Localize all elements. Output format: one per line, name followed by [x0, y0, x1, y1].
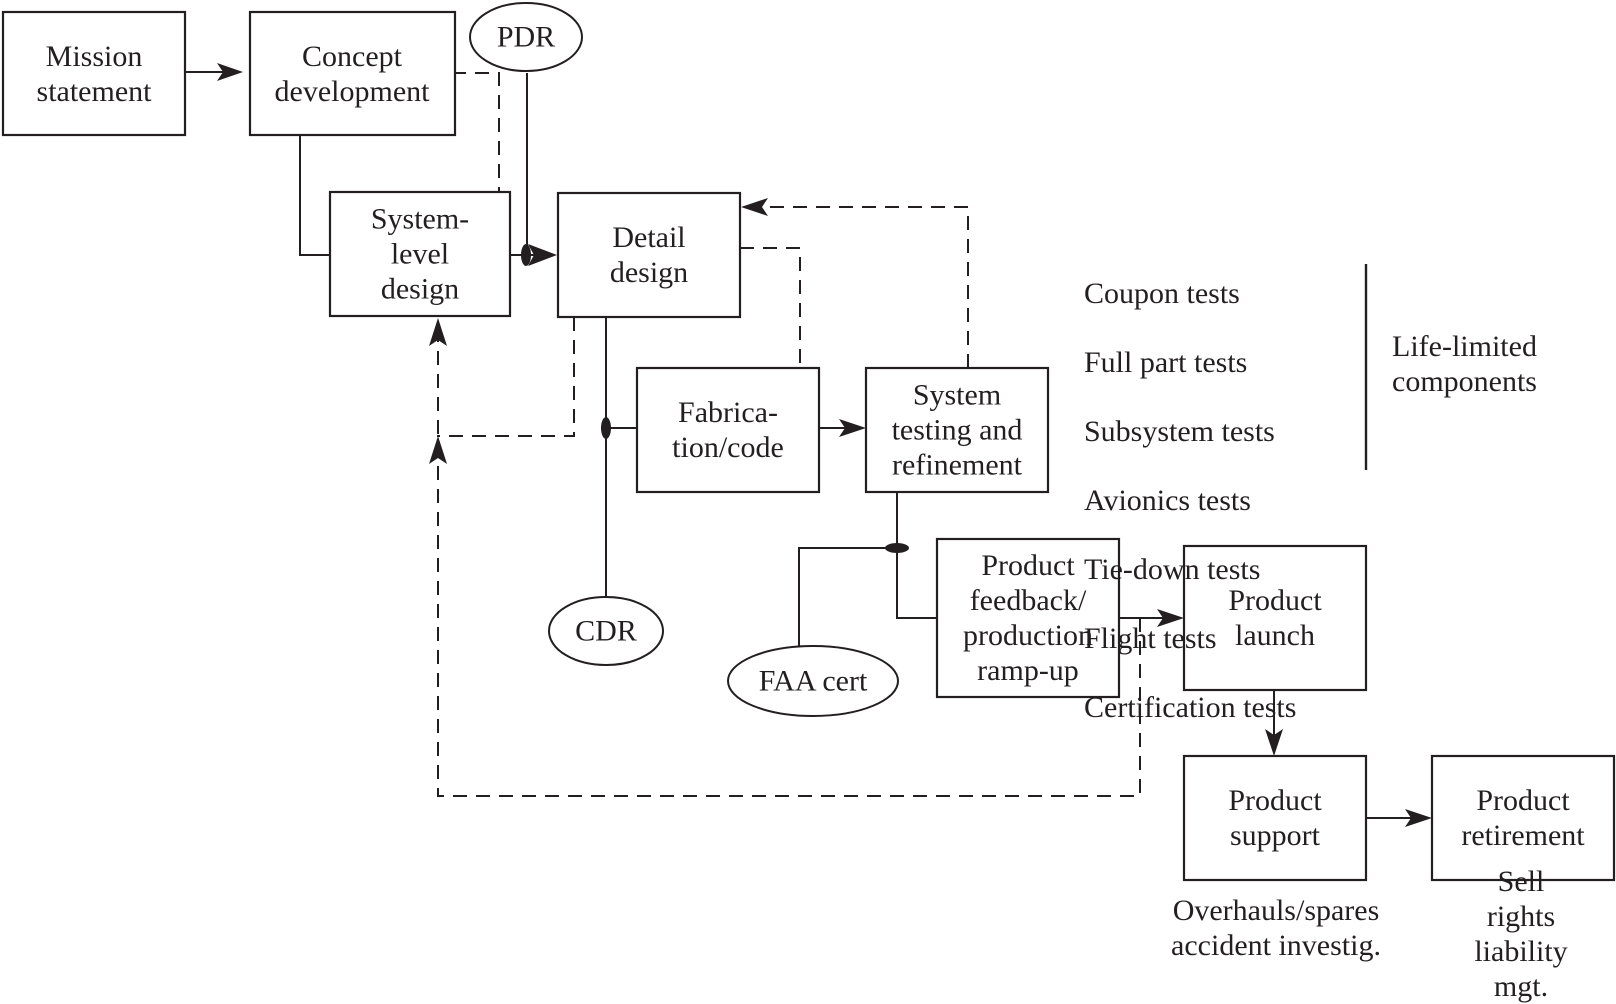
dashed-fabrication-to-detail — [740, 247, 801, 368]
label-detail-design: Detail design — [609, 221, 689, 289]
test-item: Tie-down tests — [1084, 552, 1261, 586]
dashed-testing-to-detail — [752, 206, 969, 368]
tests-list: Coupon tests Full part tests Subsystem t… — [1084, 242, 1296, 760]
label-cdr: CDR — [575, 614, 637, 648]
label-fabrication-code: Fabrica- tion/code — [672, 396, 784, 464]
label-mission-statement: Mission statement — [36, 40, 152, 108]
caption-product-retirement: Sell rights liability mgt. — [1474, 865, 1568, 1003]
dashed-concept-to-system-level — [452, 72, 500, 191]
test-item: Subsystem tests — [1084, 414, 1275, 448]
label-pdr: PDR — [496, 20, 556, 54]
label-system-testing: System testing and refinement — [891, 378, 1023, 482]
junction-dot — [885, 543, 909, 553]
label-system-level-design: System- level design — [370, 202, 470, 306]
arrowhead — [429, 436, 447, 464]
test-item: Flight tests — [1084, 621, 1217, 655]
label-product-support: Product support — [1228, 784, 1322, 852]
arrowhead — [741, 198, 768, 216]
junction-dot — [601, 417, 611, 439]
test-item: Avionics tests — [1084, 483, 1251, 517]
edge-testing-to-feedback — [896, 493, 937, 619]
dashed-detail-to-system-level — [437, 317, 575, 437]
label-faa-cert: FAA cert — [758, 664, 868, 698]
life-limited-note: Life-limited components — [1392, 330, 1537, 398]
caption-product-support: Overhauls/spares accident investig. — [1171, 894, 1381, 962]
test-item: Certification tests — [1084, 690, 1297, 724]
label-concept-development: Concept development — [274, 40, 430, 108]
label-product-retirement: Product retirement — [1461, 784, 1585, 852]
test-item: Full part tests — [1084, 345, 1248, 379]
edge-concept-to-system-level — [299, 133, 330, 256]
label-product-feedback: Product feedback/ production ramp-up — [963, 549, 1093, 687]
process-diagram — [1, 2, 1616, 882]
junction-dot — [521, 244, 531, 266]
test-item: Coupon tests — [1084, 276, 1240, 310]
